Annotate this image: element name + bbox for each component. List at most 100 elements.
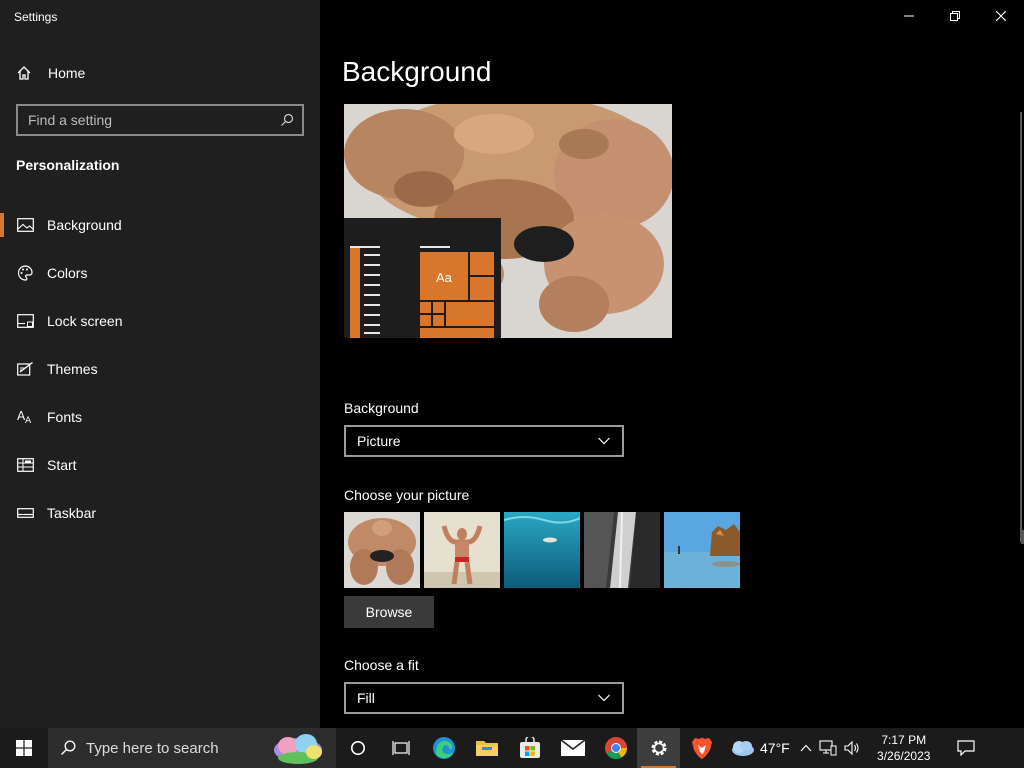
close-icon (996, 11, 1006, 21)
window-controls (886, 0, 1024, 32)
preview-tile (446, 302, 494, 326)
background-label: Background (344, 400, 419, 416)
preview-line (364, 324, 380, 326)
picture-thumbnail-3[interactable] (504, 512, 580, 588)
weather-widget[interactable]: 47°F (729, 739, 790, 757)
minimize-button[interactable] (886, 0, 932, 32)
preview-tile (420, 315, 431, 326)
folder-icon (475, 741, 498, 756)
volume-icon[interactable] (844, 740, 860, 756)
home-label: Home (48, 65, 86, 81)
sidebar-item-label: Colors (47, 265, 88, 281)
edge-icon (432, 737, 455, 759)
choose-picture-label: Choose your picture (344, 487, 470, 503)
sidebar-item-fonts[interactable]: AA Fonts (0, 393, 320, 441)
notification-icon (957, 740, 975, 756)
sidebar-item-themes[interactable]: Themes (0, 345, 320, 393)
preview-tiles: Aa (420, 252, 494, 338)
settings-sidebar: Settings Home Personalization Background… (0, 0, 320, 728)
system-tray (800, 740, 860, 756)
home-link[interactable]: Home (16, 62, 85, 84)
background-type-value: Picture (357, 433, 401, 449)
preview-line (364, 332, 380, 334)
sidebar-item-label: Background (47, 217, 122, 233)
restore-button[interactable] (932, 0, 978, 32)
chrome-icon (604, 737, 627, 759)
preview-line (364, 274, 380, 276)
task-view-button[interactable] (379, 728, 422, 768)
preview-line (364, 304, 380, 306)
start-icon (16, 456, 34, 474)
chevron-down-icon (598, 694, 610, 702)
taskbar-search[interactable]: Type here to search (48, 728, 336, 768)
search-icon (61, 740, 76, 755)
taskbar-icon (16, 504, 34, 522)
edge-button[interactable] (422, 728, 465, 768)
preview-start-menu: Aa (344, 218, 501, 338)
sidebar-item-label: Taskbar (47, 505, 97, 521)
home-icon (17, 66, 31, 80)
network-icon[interactable] (819, 740, 837, 756)
brave-button[interactable] (680, 728, 723, 768)
preview-tile (470, 252, 494, 275)
find-setting-input[interactable] (28, 112, 280, 128)
action-center-button[interactable] (946, 728, 986, 768)
mail-button[interactable] (551, 728, 594, 768)
preview-tile (433, 315, 444, 326)
picture-thumbnail-2[interactable] (424, 512, 500, 588)
clock-time: 7:17 PM (881, 733, 927, 747)
palette-icon (16, 264, 34, 282)
picture-thumbnail-1[interactable] (344, 512, 420, 588)
preview-sample-text: Aa (436, 270, 452, 285)
sidebar-item-taskbar[interactable]: Taskbar (0, 489, 320, 537)
taskbar-search-placeholder: Type here to search (86, 739, 219, 757)
settings-taskbar-button[interactable] (637, 728, 680, 768)
sidebar-item-lock-screen[interactable]: Lock screen (0, 297, 320, 345)
preview-tile (433, 302, 444, 313)
store-icon (519, 737, 540, 758)
settings-main-pane: Background Aa Background Picture Choose … (320, 0, 1024, 728)
scrollbar[interactable] (1020, 112, 1022, 542)
weather-temperature: 47°F (760, 740, 790, 756)
chrome-button[interactable] (594, 728, 637, 768)
picture-thumbnail-5[interactable] (664, 512, 740, 588)
taskbar-clock[interactable]: 7:17 PM 3/26/2023 (870, 732, 938, 764)
fit-dropdown[interactable]: Fill (344, 682, 624, 714)
preview-line (364, 284, 380, 286)
preview-line (350, 246, 380, 248)
brave-lion-icon (691, 737, 712, 759)
close-button[interactable] (978, 0, 1024, 32)
picture-thumbnails (344, 512, 740, 588)
preview-line (364, 254, 380, 256)
sidebar-item-colors[interactable]: Colors (0, 249, 320, 297)
chevron-down-icon (598, 437, 610, 445)
sidebar-item-start[interactable]: Start (0, 441, 320, 489)
lock-screen-icon (16, 312, 34, 330)
picture-thumbnail-4[interactable] (584, 512, 660, 588)
page-title: Background (342, 56, 492, 87)
microsoft-store-button[interactable] (508, 728, 551, 768)
background-type-dropdown[interactable]: Picture (344, 425, 624, 457)
find-setting-search[interactable] (16, 104, 304, 136)
chevron-up-icon[interactable] (800, 744, 812, 752)
background-preview: Aa (344, 104, 672, 338)
preview-tile (470, 277, 494, 300)
svg-text:A: A (25, 416, 32, 425)
browse-button[interactable]: Browse (344, 596, 434, 628)
file-explorer-button[interactable] (465, 728, 508, 768)
search-highlight-icon (274, 734, 322, 764)
app-title: Settings (14, 10, 58, 24)
cortana-button[interactable] (336, 728, 379, 768)
preview-line (364, 264, 380, 266)
section-title: Personalization (16, 157, 120, 173)
search-icon[interactable] (280, 113, 294, 127)
picture-icon (16, 216, 34, 234)
taskbar: Type here to search 47°F 7:17 PM 3/26/20… (0, 728, 1024, 768)
task-view-icon (391, 741, 410, 755)
sidebar-item-background[interactable]: Background (0, 201, 320, 249)
preview-line (364, 294, 380, 296)
fonts-icon: AA (16, 408, 34, 426)
sidebar-item-label: Lock screen (47, 313, 123, 329)
start-button[interactable] (0, 728, 48, 768)
choose-fit-label: Choose a fit (344, 657, 419, 673)
